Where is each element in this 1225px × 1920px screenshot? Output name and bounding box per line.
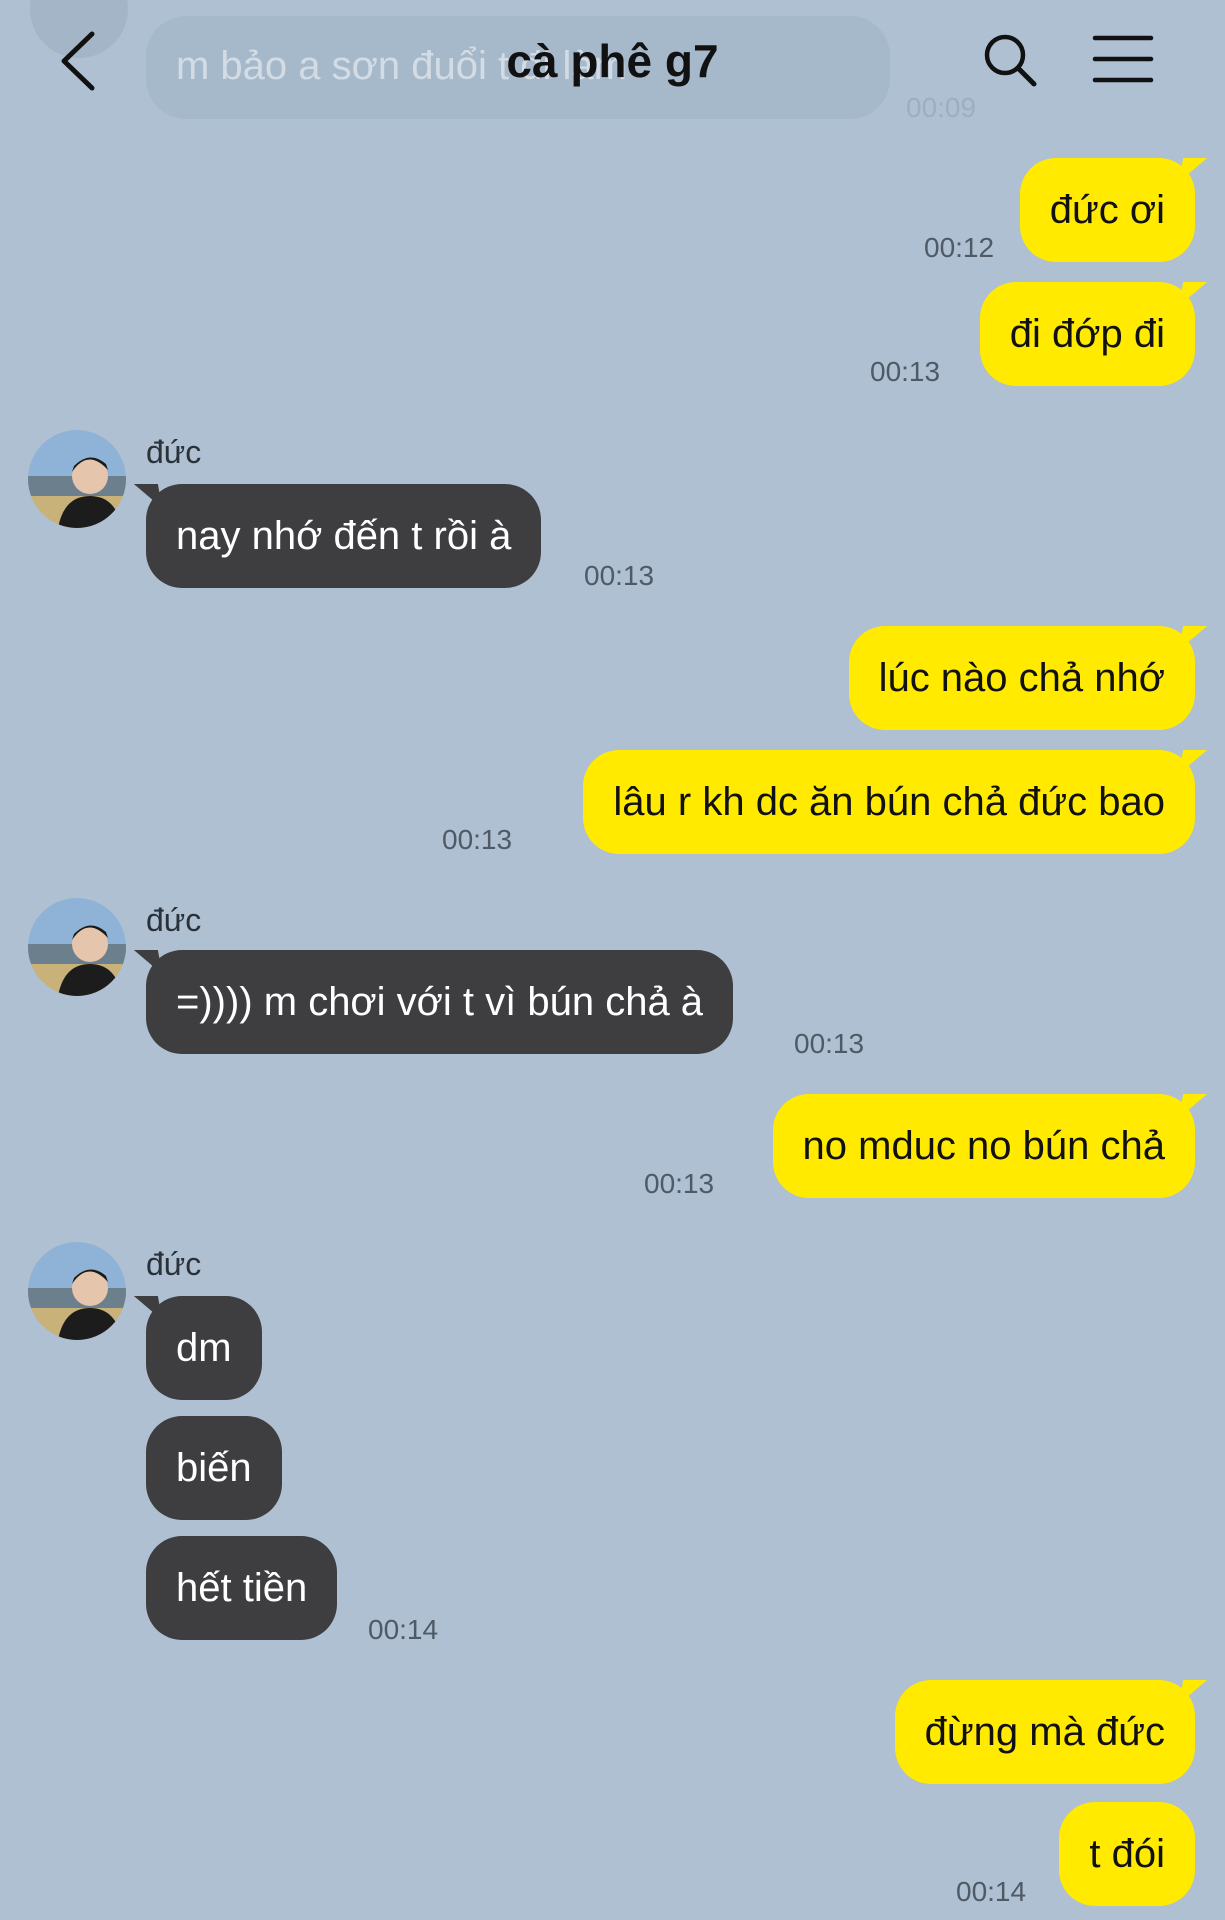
message-text: nay nhớ đến t rồi à [176, 514, 512, 558]
message-text: biến [176, 1446, 252, 1490]
message-text: no mduc no bún chả [802, 1124, 1165, 1168]
message-time: 00:12 [924, 232, 995, 263]
search-icon [984, 34, 1037, 87]
message-time: 00:14 [368, 1614, 439, 1645]
message-time: 00:14 [956, 1876, 1027, 1907]
message-text: t đói [1089, 1832, 1165, 1876]
message-text: lâu r kh dc ăn bún chả đức bao [613, 780, 1165, 824]
my-message-bubble[interactable]: t đói [1059, 1802, 1195, 1906]
sender-name: đức [146, 1246, 202, 1282]
hamburger-menu-icon [1092, 35, 1154, 83]
sender-name: đức [146, 434, 202, 470]
faded-message-time: 00:09 [906, 92, 977, 123]
their-message-bubble[interactable]: =)))) m chơi với t vì bún chả à [133, 950, 734, 1054]
menu-button[interactable] [1092, 32, 1154, 86]
avatar[interactable] [28, 898, 126, 996]
contact-avatar-image [28, 898, 126, 996]
my-message-bubble[interactable]: đừng mà đức [894, 1680, 1208, 1784]
chat-header: m bảo a sơn đuổi t đi làm 00:09 cà phê g… [0, 0, 1225, 123]
their-message-bubble[interactable]: nay nhớ đến t rồi à [133, 484, 542, 588]
message-text: hết tiền [176, 1566, 308, 1610]
my-message-bubble[interactable]: lâu r kh dc ăn bún chả đức bao [583, 750, 1208, 854]
my-message-bubble[interactable]: đi đớp đi [979, 282, 1208, 386]
message-text: =)))) m chơi với t vì bún chả à [176, 980, 704, 1024]
contact-avatar-image [28, 1242, 126, 1340]
message-time: 00:13 [584, 560, 655, 591]
avatar[interactable] [28, 1242, 126, 1340]
message-time: 00:13 [794, 1028, 865, 1059]
message-text: lúc nào chả nhớ [878, 656, 1165, 700]
message-time: 00:13 [644, 1168, 715, 1199]
message-text: đừng mà đức [924, 1710, 1165, 1754]
contact-avatar-image [28, 430, 126, 528]
message-text: đi đớp đi [1009, 312, 1165, 356]
sender-name: đức [146, 902, 202, 938]
my-message-bubble[interactable]: no mduc no bún chả [772, 1094, 1208, 1198]
message-time: 00:13 [442, 824, 513, 855]
chat-title: cà phê g7 [506, 35, 719, 87]
their-message-bubble[interactable]: hết tiền [146, 1536, 338, 1640]
avatar[interactable] [28, 430, 126, 528]
message-text: đức ơi [1049, 188, 1165, 232]
message-time: 00:13 [870, 356, 941, 387]
my-message-bubble[interactable]: lúc nào chả nhớ [848, 626, 1208, 730]
my-message-bubble[interactable]: đức ơi [1019, 158, 1208, 262]
their-message-bubble[interactable]: biến [146, 1416, 282, 1520]
message-text: dm [176, 1326, 232, 1370]
their-message-bubble[interactable]: dm [133, 1296, 262, 1400]
search-button[interactable] [980, 30, 1040, 90]
